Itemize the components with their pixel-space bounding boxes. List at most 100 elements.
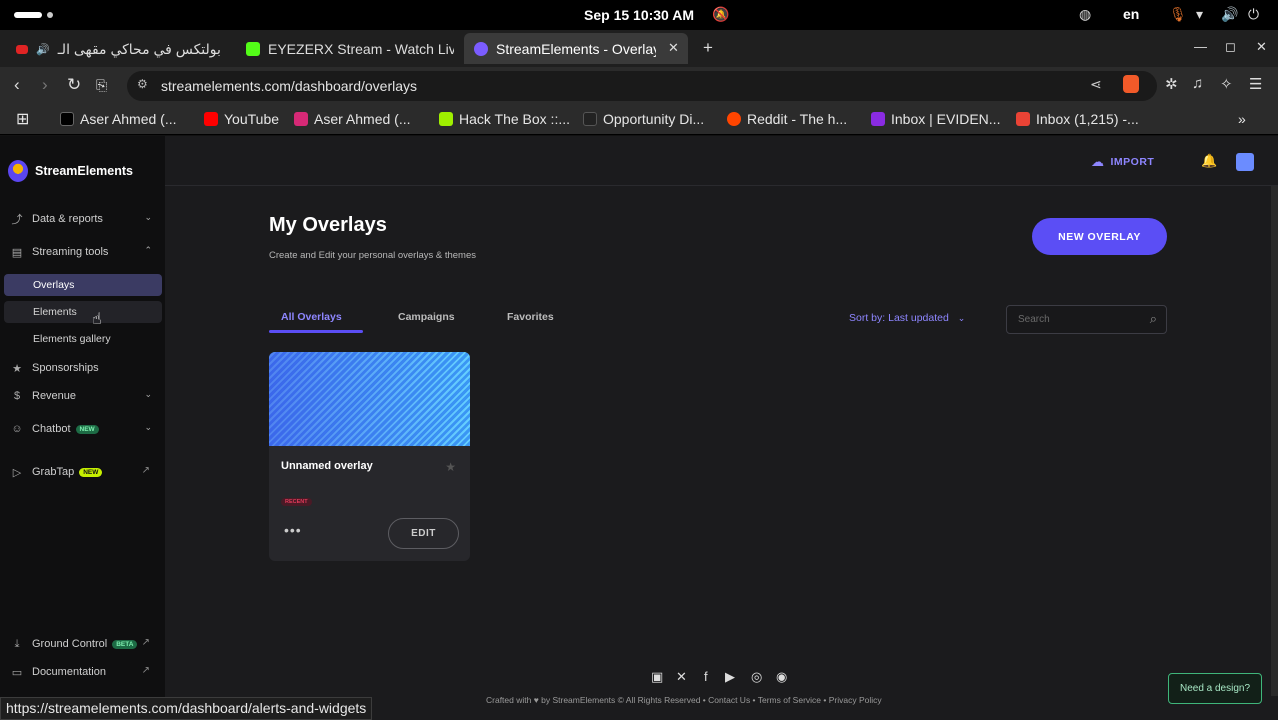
new-overlay-button[interactable]: NEW OVERLAY [1032,218,1167,255]
facebook-icon[interactable]: f [704,669,708,684]
sidebar-item-label: Elements gallery [33,333,111,345]
input-language[interactable]: en [1123,6,1139,22]
system-clock[interactable]: Sep 15 10:30 AM [584,7,694,23]
bookmark-icon[interactable]: ⎘ [96,77,107,94]
menu-icon[interactable]: ☰ [1249,75,1262,93]
grabtap-icon: ▷ [12,466,22,479]
overlay-name: Unnamed overlay [281,460,373,472]
tab-favorites[interactable]: Favorites [507,311,554,323]
tab-title: بولتكس في محاكي مقهى الـ [57,40,221,57]
volume-icon[interactable]: 🔊 [1221,6,1238,23]
star-icon: ★ [12,362,22,375]
chevron-up-icon: ⌃ [144,245,152,255]
tab-all-overlays[interactable]: All Overlays [281,311,342,323]
sidebar-item-ground-control[interactable]: ⤓ Ground Control BETA ↗ [10,632,160,656]
microphone-icon[interactable]: 🎙 [1169,6,1187,23]
wifi-icon[interactable]: ▾ [1196,6,1203,23]
beta-badge: BETA [112,639,138,649]
import-button[interactable]: ☁ IMPORT [1091,154,1154,170]
browser-tab-3-active[interactable]: StreamElements - Overlays [464,33,688,64]
sidebar-item-streaming-tools[interactable]: ▤ Streaming tools ⌃ [10,240,160,264]
streamelements-icon [474,41,488,56]
brave-shields-icon[interactable] [1123,75,1139,93]
twitch-icon[interactable]: ▣ [651,669,663,685]
avatar[interactable] [1236,153,1254,171]
page-scrollbar[interactable] [1271,186,1278,696]
back-icon[interactable]: ‹ [14,75,20,95]
search-input[interactable]: Search ⌕ [1006,305,1167,334]
bell-icon[interactable]: 🔔 [1201,153,1217,169]
streaming-tools-icon: ▤ [11,246,23,259]
share-icon[interactable]: ⋖ [1090,76,1102,93]
sidebar-subitem-overlays[interactable]: Overlays [4,274,162,296]
dollar-icon: $ [13,390,21,402]
bookmark-item[interactable]: Hack The Box ::... [439,111,570,127]
external-link-icon: ↗ [141,637,150,648]
download-icon: ⤓ [14,637,20,650]
maximize-icon[interactable]: ◻ [1225,39,1236,55]
youtube-icon[interactable]: ▶ [725,669,735,685]
bookmark-item[interactable]: Inbox | EVIDEN... [871,111,1000,127]
bookmark-item[interactable]: Inbox (1,215) -... [1016,111,1139,127]
forward-icon[interactable]: › [42,75,48,95]
favorite-star-icon[interactable]: ★ [445,460,456,474]
x-icon[interactable]: ✕ [676,669,687,685]
close-window-icon[interactable]: ✕ [1256,39,1267,55]
recent-badge: RECENT [281,498,312,506]
more-bookmarks-icon[interactable]: » [1238,111,1246,127]
reload-icon[interactable]: ↻ [67,75,81,95]
leo-ai-icon[interactable]: ✧ [1220,75,1233,93]
overlay-card[interactable]: Unnamed overlay ★ RECENT ••• EDIT [269,352,470,561]
page-subtitle: Create and Edit your personal overlays &… [269,250,476,261]
close-tab-icon[interactable]: ✕ [668,40,679,56]
url-text[interactable]: streamelements.com/dashboard/overlays [161,78,417,94]
site-info-icon[interactable]: ⚙ [137,77,148,91]
sidebar-item-documentation[interactable]: ▭ Documentation ↗ [10,660,160,684]
apps-grid-icon[interactable]: ⊞ [16,109,29,129]
sidebar-item-label: Documentation [32,666,106,678]
sidebar-item-grabtap[interactable]: ▷ GrabTap NEW ↗ [10,460,160,484]
power-icon[interactable]: ⏻ [1248,6,1259,23]
notifications-off-icon: 🔕 [712,6,730,22]
sidebar-item-sponsorships[interactable]: ★ Sponsorships [10,356,160,380]
chatbot-icon: ☺ [11,423,23,435]
need-design-button[interactable]: Need a design? [1168,673,1262,704]
address-bar[interactable]: ⚙ streamelements.com/dashboard/overlays … [127,71,1157,101]
browser-tab-2[interactable]: EYEZERX Stream - Watch Live [236,36,454,62]
sidebar-subitem-elements[interactable]: Elements [4,301,162,323]
bookmark-item[interactable]: Aser Ahmed (... [294,111,410,127]
new-badge: NEW [75,424,99,434]
bookmark-item[interactable]: Aser Ahmed (... [60,111,176,127]
extensions-icon[interactable]: ✲ [1165,75,1178,93]
sidebar-item-data-reports[interactable]: ⤴ Data & reports ⌄ [10,207,160,231]
chevron-down-icon: ⌄ [144,212,152,222]
instagram-icon[interactable]: ◎ [751,669,762,685]
gmail-icon [1016,112,1030,126]
new-tab-icon[interactable]: + [703,38,713,58]
tab-campaigns[interactable]: Campaigns [398,311,455,323]
media-icon[interactable]: ♫ [1192,75,1203,92]
sidebar-item-label: Overlays [33,279,75,291]
more-options-icon[interactable]: ••• [284,522,302,538]
brand-logo[interactable]: StreamElements [8,160,133,182]
search-icon[interactable]: ⌕ [1150,311,1157,327]
sort-dropdown[interactable]: Sort by: Last updated ⌄ [849,312,965,324]
youtube-icon [204,112,218,126]
sidebar-item-revenue[interactable]: $ Revenue ⌄ [10,384,160,408]
edit-button[interactable]: EDIT [388,518,459,549]
bookmark-item[interactable]: Reddit - The h... [727,111,847,127]
bookmark-item[interactable]: YouTube [204,111,279,127]
discord-icon[interactable]: ◉ [776,669,787,685]
sidebar-item-chatbot[interactable]: ☺ Chatbot NEW ⌄ [10,417,160,441]
minimize-icon[interactable]: — [1194,39,1207,54]
document-icon: ▭ [11,666,23,679]
speaker-icon[interactable]: 🔊 [36,43,50,56]
sidebar-subitem-elements-gallery[interactable]: Elements gallery [4,328,162,350]
activities-indicator[interactable] [14,12,42,18]
browser-tab-1[interactable]: 🔊 بولتكس في محاكي مقهى الـ [4,36,229,62]
chevron-down-icon: ⌄ [144,389,152,399]
header-divider [165,185,1278,186]
opportunity-icon [583,112,597,126]
accessibility-icon[interactable]: ◍ [1079,6,1091,23]
bookmark-item[interactable]: Opportunity Di... [583,111,704,127]
